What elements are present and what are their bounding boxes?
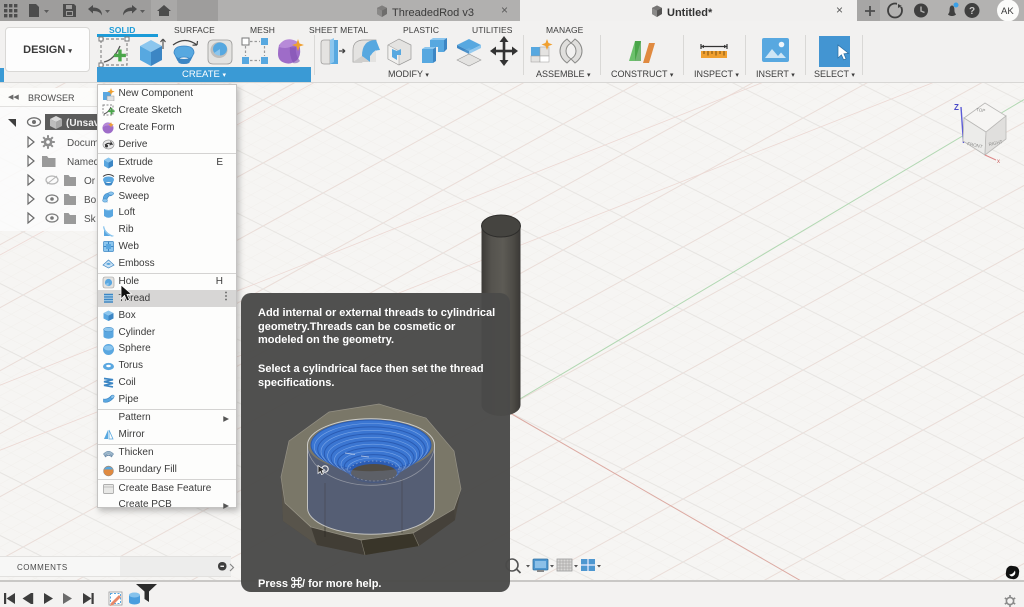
svg-text:Sk: Sk	[84, 214, 97, 225]
svg-text:Docum: Docum	[67, 138, 97, 149]
svg-text:AK: AK	[1001, 6, 1014, 17]
svg-text:Or: Or	[84, 176, 96, 187]
svg-text:Z: Z	[954, 103, 959, 112]
svg-text:x: x	[997, 159, 1000, 165]
svg-text:Bo: Bo	[84, 195, 97, 206]
svg-text:Named: Named	[67, 157, 97, 168]
svg-text:?: ?	[969, 6, 975, 17]
svg-text:(Unsav: (Unsav	[66, 118, 97, 129]
